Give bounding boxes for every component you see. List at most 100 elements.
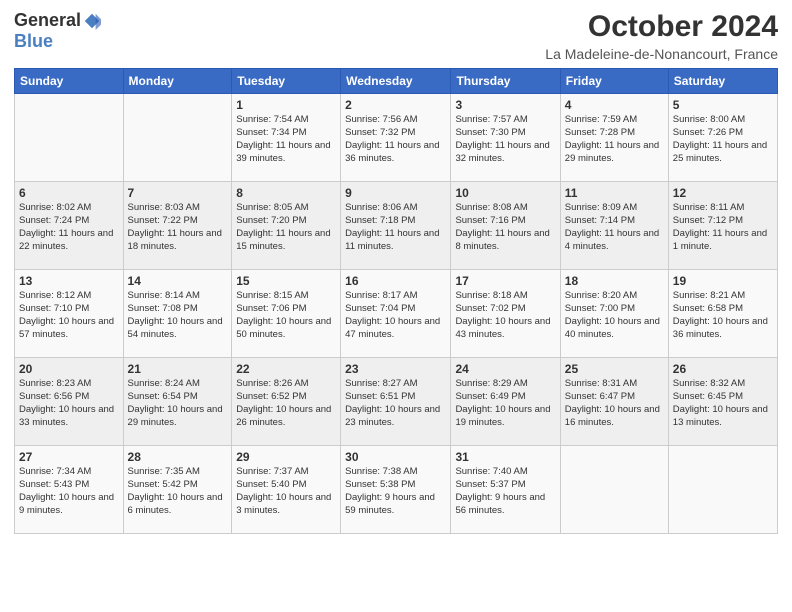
- day-number: 7: [128, 185, 228, 201]
- day-info: Sunrise: 8:00 AM Sunset: 7:26 PM Dayligh…: [673, 114, 773, 165]
- calendar-cell: 3Sunrise: 7:57 AM Sunset: 7:30 PM Daylig…: [451, 94, 560, 182]
- day-info: Sunrise: 7:56 AM Sunset: 7:32 PM Dayligh…: [345, 114, 446, 165]
- calendar-cell: 30Sunrise: 7:38 AM Sunset: 5:38 PM Dayli…: [341, 446, 451, 534]
- calendar-cell: 18Sunrise: 8:20 AM Sunset: 7:00 PM Dayli…: [560, 270, 668, 358]
- day-info: Sunrise: 8:32 AM Sunset: 6:45 PM Dayligh…: [673, 378, 773, 429]
- day-number: 25: [565, 361, 664, 377]
- day-info: Sunrise: 8:05 AM Sunset: 7:20 PM Dayligh…: [236, 202, 336, 253]
- day-info: Sunrise: 8:24 AM Sunset: 6:54 PM Dayligh…: [128, 378, 228, 429]
- title-section: October 2024 La Madeleine-de-Nonancourt,…: [545, 10, 778, 62]
- day-info: Sunrise: 8:26 AM Sunset: 6:52 PM Dayligh…: [236, 378, 336, 429]
- logo: General Blue: [14, 10, 101, 52]
- day-number: 8: [236, 185, 336, 201]
- day-info: Sunrise: 7:54 AM Sunset: 7:34 PM Dayligh…: [236, 114, 336, 165]
- day-info: Sunrise: 8:02 AM Sunset: 7:24 PM Dayligh…: [19, 202, 119, 253]
- calendar-cell: 16Sunrise: 8:17 AM Sunset: 7:04 PM Dayli…: [341, 270, 451, 358]
- calendar-cell: 6Sunrise: 8:02 AM Sunset: 7:24 PM Daylig…: [15, 182, 124, 270]
- day-info: Sunrise: 8:06 AM Sunset: 7:18 PM Dayligh…: [345, 202, 446, 253]
- calendar-cell: 24Sunrise: 8:29 AM Sunset: 6:49 PM Dayli…: [451, 358, 560, 446]
- calendar-cell: [668, 446, 777, 534]
- calendar-week-2: 6Sunrise: 8:02 AM Sunset: 7:24 PM Daylig…: [15, 182, 778, 270]
- calendar-cell: 7Sunrise: 8:03 AM Sunset: 7:22 PM Daylig…: [123, 182, 232, 270]
- calendar-cell: 21Sunrise: 8:24 AM Sunset: 6:54 PM Dayli…: [123, 358, 232, 446]
- calendar-table: Sunday Monday Tuesday Wednesday Thursday…: [14, 68, 778, 534]
- calendar-cell: 9Sunrise: 8:06 AM Sunset: 7:18 PM Daylig…: [341, 182, 451, 270]
- day-number: 9: [345, 185, 446, 201]
- calendar-week-5: 27Sunrise: 7:34 AM Sunset: 5:43 PM Dayli…: [15, 446, 778, 534]
- calendar-cell: [123, 94, 232, 182]
- day-number: 11: [565, 185, 664, 201]
- day-info: Sunrise: 8:11 AM Sunset: 7:12 PM Dayligh…: [673, 202, 773, 253]
- day-number: 3: [455, 97, 555, 113]
- location: La Madeleine-de-Nonancourt, France: [545, 46, 778, 62]
- day-number: 26: [673, 361, 773, 377]
- day-number: 1: [236, 97, 336, 113]
- day-number: 14: [128, 273, 228, 289]
- calendar-cell: 20Sunrise: 8:23 AM Sunset: 6:56 PM Dayli…: [15, 358, 124, 446]
- col-monday: Monday: [123, 69, 232, 94]
- day-number: 6: [19, 185, 119, 201]
- calendar-cell: [560, 446, 668, 534]
- calendar-week-1: 1Sunrise: 7:54 AM Sunset: 7:34 PM Daylig…: [15, 94, 778, 182]
- day-info: Sunrise: 7:37 AM Sunset: 5:40 PM Dayligh…: [236, 466, 336, 517]
- main-container: General Blue October 2024 La Madeleine-d…: [0, 0, 792, 542]
- calendar-cell: 13Sunrise: 8:12 AM Sunset: 7:10 PM Dayli…: [15, 270, 124, 358]
- day-number: 17: [455, 273, 555, 289]
- calendar-cell: 29Sunrise: 7:37 AM Sunset: 5:40 PM Dayli…: [232, 446, 341, 534]
- day-info: Sunrise: 8:20 AM Sunset: 7:00 PM Dayligh…: [565, 290, 664, 341]
- calendar-cell: 25Sunrise: 8:31 AM Sunset: 6:47 PM Dayli…: [560, 358, 668, 446]
- day-number: 4: [565, 97, 664, 113]
- day-info: Sunrise: 8:14 AM Sunset: 7:08 PM Dayligh…: [128, 290, 228, 341]
- day-number: 31: [455, 449, 555, 465]
- logo-icon: [83, 12, 101, 30]
- day-info: Sunrise: 7:57 AM Sunset: 7:30 PM Dayligh…: [455, 114, 555, 165]
- day-number: 27: [19, 449, 119, 465]
- calendar-cell: 12Sunrise: 8:11 AM Sunset: 7:12 PM Dayli…: [668, 182, 777, 270]
- calendar-week-4: 20Sunrise: 8:23 AM Sunset: 6:56 PM Dayli…: [15, 358, 778, 446]
- month-title: October 2024: [545, 10, 778, 44]
- calendar-cell: 14Sunrise: 8:14 AM Sunset: 7:08 PM Dayli…: [123, 270, 232, 358]
- day-number: 21: [128, 361, 228, 377]
- day-info: Sunrise: 7:40 AM Sunset: 5:37 PM Dayligh…: [455, 466, 555, 517]
- day-info: Sunrise: 8:27 AM Sunset: 6:51 PM Dayligh…: [345, 378, 446, 429]
- calendar-cell: 26Sunrise: 8:32 AM Sunset: 6:45 PM Dayli…: [668, 358, 777, 446]
- col-saturday: Saturday: [668, 69, 777, 94]
- calendar-cell: 31Sunrise: 7:40 AM Sunset: 5:37 PM Dayli…: [451, 446, 560, 534]
- day-number: 15: [236, 273, 336, 289]
- day-info: Sunrise: 8:17 AM Sunset: 7:04 PM Dayligh…: [345, 290, 446, 341]
- day-info: Sunrise: 7:38 AM Sunset: 5:38 PM Dayligh…: [345, 466, 446, 517]
- day-info: Sunrise: 7:59 AM Sunset: 7:28 PM Dayligh…: [565, 114, 664, 165]
- day-info: Sunrise: 7:35 AM Sunset: 5:42 PM Dayligh…: [128, 466, 228, 517]
- col-friday: Friday: [560, 69, 668, 94]
- day-number: 30: [345, 449, 446, 465]
- day-number: 10: [455, 185, 555, 201]
- calendar-cell: 28Sunrise: 7:35 AM Sunset: 5:42 PM Dayli…: [123, 446, 232, 534]
- header-row: Sunday Monday Tuesday Wednesday Thursday…: [15, 69, 778, 94]
- calendar-cell: [15, 94, 124, 182]
- day-info: Sunrise: 8:08 AM Sunset: 7:16 PM Dayligh…: [455, 202, 555, 253]
- day-info: Sunrise: 8:09 AM Sunset: 7:14 PM Dayligh…: [565, 202, 664, 253]
- logo-blue: Blue: [14, 31, 53, 52]
- day-info: Sunrise: 7:34 AM Sunset: 5:43 PM Dayligh…: [19, 466, 119, 517]
- day-number: 22: [236, 361, 336, 377]
- day-info: Sunrise: 8:29 AM Sunset: 6:49 PM Dayligh…: [455, 378, 555, 429]
- header: General Blue October 2024 La Madeleine-d…: [14, 10, 778, 62]
- day-info: Sunrise: 8:31 AM Sunset: 6:47 PM Dayligh…: [565, 378, 664, 429]
- day-number: 2: [345, 97, 446, 113]
- calendar-cell: 27Sunrise: 7:34 AM Sunset: 5:43 PM Dayli…: [15, 446, 124, 534]
- calendar-cell: 15Sunrise: 8:15 AM Sunset: 7:06 PM Dayli…: [232, 270, 341, 358]
- day-number: 23: [345, 361, 446, 377]
- col-wednesday: Wednesday: [341, 69, 451, 94]
- day-number: 24: [455, 361, 555, 377]
- day-number: 18: [565, 273, 664, 289]
- calendar-cell: 23Sunrise: 8:27 AM Sunset: 6:51 PM Dayli…: [341, 358, 451, 446]
- calendar-cell: 5Sunrise: 8:00 AM Sunset: 7:26 PM Daylig…: [668, 94, 777, 182]
- logo-text: General: [14, 10, 101, 31]
- calendar-cell: 19Sunrise: 8:21 AM Sunset: 6:58 PM Dayli…: [668, 270, 777, 358]
- logo-general: General: [14, 10, 81, 31]
- day-number: 13: [19, 273, 119, 289]
- day-number: 28: [128, 449, 228, 465]
- day-info: Sunrise: 8:18 AM Sunset: 7:02 PM Dayligh…: [455, 290, 555, 341]
- day-info: Sunrise: 8:12 AM Sunset: 7:10 PM Dayligh…: [19, 290, 119, 341]
- col-sunday: Sunday: [15, 69, 124, 94]
